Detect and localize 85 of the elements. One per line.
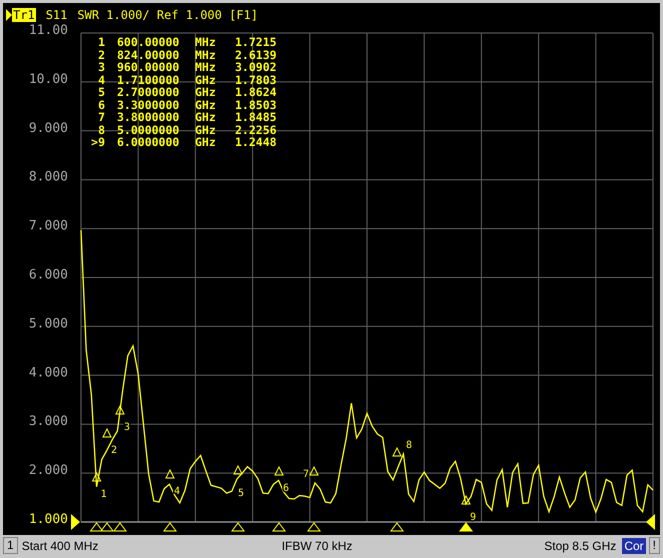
marker-unit: GHz	[195, 98, 217, 111]
start-frequency: Start 400 MHz	[22, 538, 100, 554]
marker-number: 3	[124, 422, 130, 433]
marker-unit: MHz	[195, 48, 217, 61]
marker-number: 2	[110, 445, 118, 456]
ifbw-setting: IFBW 70 kHz	[282, 538, 354, 554]
marker-value: 2.6139	[235, 48, 277, 61]
marker-frequency: 3.8000000	[117, 111, 180, 124]
marker-number: 7	[302, 469, 310, 480]
reference-level-left-icon	[71, 514, 80, 530]
y-axis-label: 6.000	[28, 268, 68, 282]
trace-description: SWR 1.000/ Ref 1.000 [F1]	[77, 8, 258, 22]
marker-position-icon[interactable]	[113, 522, 127, 532]
active-trace-arrow-icon	[6, 9, 12, 21]
marker-label: 6	[97, 98, 105, 111]
marker-frequency: 600.00000	[117, 36, 180, 48]
channel-number: 1	[3, 537, 18, 554]
y-axis-label: 4.000	[28, 365, 68, 380]
marker-frequency: 6.0000000	[117, 136, 180, 148]
marker-value: 1.8624	[235, 86, 277, 98]
marker-label: 3	[97, 61, 105, 74]
marker-unit: GHz	[195, 136, 217, 148]
stop-frequency: Stop 8.5 GHz	[544, 538, 616, 554]
marker-flag-icon	[115, 404, 125, 414]
marker-number: 6	[282, 483, 290, 494]
marker-unit: MHz	[195, 36, 217, 48]
marker-label: 7	[97, 111, 105, 124]
y-axis-label: 5.000	[28, 316, 68, 332]
marker-position-icon[interactable]	[390, 522, 404, 532]
marker-value: 1.7803	[235, 74, 277, 86]
y-axis-label: 9.000	[28, 120, 68, 136]
marker-flag-icon	[233, 464, 243, 474]
y-axis-label: 10.00	[28, 72, 68, 87]
marker-number: 1	[100, 489, 107, 500]
marker-label: 4	[97, 74, 105, 86]
marker-unit: MHz	[195, 61, 217, 74]
marker-label: 8	[97, 124, 105, 136]
marker-frequency: 5.0000000	[117, 124, 180, 136]
warning-indicator: !	[648, 537, 660, 554]
marker-label: 2	[97, 48, 105, 61]
marker-number: 4	[174, 486, 180, 497]
marker-position-icon[interactable]	[100, 522, 114, 532]
marker-value: 1.8485	[235, 111, 277, 124]
marker-value: 3.0902	[235, 61, 277, 74]
marker-frequency: 1.7100000	[117, 74, 180, 86]
marker-flag-icon	[461, 494, 471, 504]
marker-flag-icon	[392, 446, 402, 456]
reference-level-right-icon	[646, 514, 655, 530]
marker-label: 5	[97, 86, 105, 98]
marker-value: 1.8503	[235, 98, 277, 111]
marker-label: >9	[90, 136, 105, 148]
marker-position-icon[interactable]	[272, 522, 286, 532]
y-axis-label: 1.000	[28, 512, 68, 527]
y-axis-label: 7.000	[28, 218, 68, 234]
marker-position-icon[interactable]	[459, 522, 473, 532]
y-axis-label: 3.000	[28, 414, 68, 430]
marker-frequency: 824.00000	[117, 48, 180, 61]
marker-number: 9	[470, 512, 476, 523]
marker-unit: GHz	[195, 86, 217, 98]
marker-position-icon[interactable]	[307, 522, 321, 532]
marker-value: 1.2448	[235, 136, 277, 148]
marker-flag-icon	[92, 472, 102, 482]
parameter-name: S11	[46, 8, 68, 22]
marker-frequency: 960.00000	[117, 61, 180, 74]
marker-label: 1	[97, 36, 105, 48]
marker-number: 8	[406, 440, 412, 451]
marker-flag-icon	[309, 466, 319, 476]
marker-frequency: 2.7000000	[117, 86, 180, 98]
marker-unit: GHz	[195, 124, 217, 136]
y-axis-label: 8.000	[28, 170, 68, 185]
marker-value: 2.2256	[235, 124, 277, 136]
marker-flag-icon	[165, 468, 175, 478]
marker-unit: GHz	[195, 74, 217, 86]
marker-flag-icon	[102, 428, 112, 438]
marker-frequency: 3.3000000	[117, 98, 180, 111]
y-axis-label: 11.00	[28, 23, 68, 38]
marker-value: 1.7215	[235, 36, 277, 48]
marker-unit: GHz	[195, 111, 217, 124]
correction-indicator: Cor	[622, 538, 646, 554]
marker-flag-icon	[274, 466, 284, 476]
marker-position-icon[interactable]	[90, 522, 104, 532]
y-axis-label: 2.000	[28, 463, 68, 478]
marker-number: 5	[238, 488, 244, 499]
marker-position-icon[interactable]	[231, 522, 245, 532]
marker-position-icon[interactable]	[163, 522, 177, 532]
